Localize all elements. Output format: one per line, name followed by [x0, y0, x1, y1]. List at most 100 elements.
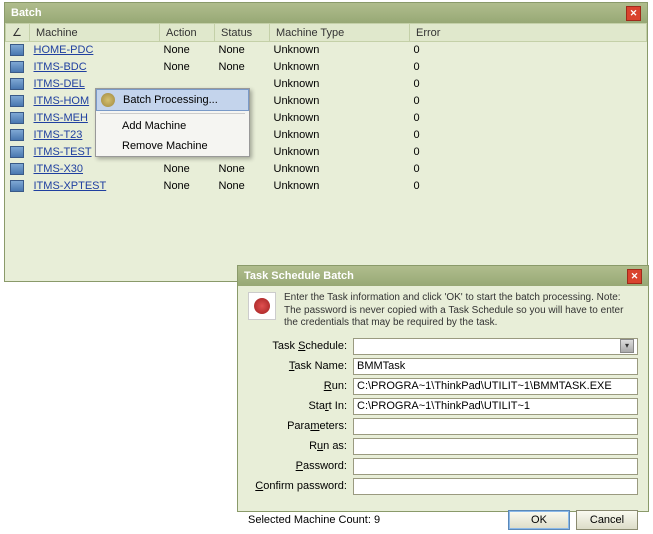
- menu-separator: [100, 113, 245, 114]
- action-cell: None: [160, 161, 215, 178]
- cancel-button[interactable]: Cancel: [576, 510, 638, 530]
- mtype-cell: Unknown: [270, 161, 410, 178]
- label-parameters: Parameters:: [248, 420, 353, 432]
- computer-icon: [10, 129, 24, 141]
- row-icon-cell: [6, 59, 30, 76]
- col-error[interactable]: Error: [410, 24, 647, 42]
- mtype-cell: Unknown: [270, 110, 410, 127]
- batch-title: Batch: [11, 7, 42, 19]
- chevron-down-icon: ▾: [620, 339, 634, 353]
- menu-item-add-machine[interactable]: Add Machine: [96, 116, 249, 136]
- row-run-as: Run as:: [248, 438, 638, 455]
- row-icon-cell: [6, 178, 30, 195]
- dialog-title: Task Schedule Batch: [244, 270, 354, 282]
- task-titlebar: Task Schedule Batch ✕: [238, 266, 648, 286]
- menu-item-remove-machine[interactable]: Remove Machine: [96, 136, 249, 156]
- status-cell: None: [215, 161, 270, 178]
- label-start-in: Start In:: [248, 400, 353, 412]
- dialog-intro-text: Enter the Task information and click 'OK…: [284, 292, 638, 330]
- mtype-cell: Unknown: [270, 144, 410, 161]
- error-cell: 0: [410, 161, 647, 178]
- row-task-name: Task Name:: [248, 358, 638, 375]
- task-schedule-select[interactable]: BMMTask ▾: [353, 338, 638, 355]
- task-name-input[interactable]: [353, 358, 638, 375]
- dialog-body: Enter the Task information and click 'OK…: [238, 286, 648, 504]
- error-cell: 0: [410, 42, 647, 59]
- col-action[interactable]: Action: [160, 24, 215, 42]
- table-header-row: ∠ Machine Action Status Machine Type Err…: [6, 24, 647, 42]
- error-cell: 0: [410, 178, 647, 195]
- label-task-name: Task Name:: [248, 360, 353, 372]
- status-cell: None: [215, 42, 270, 59]
- context-menu: Batch Processing... Add Machine Remove M…: [95, 88, 250, 157]
- action-cell: None: [160, 42, 215, 59]
- label-task-schedule: Task Schedule:: [248, 340, 353, 352]
- computer-icon: [10, 78, 24, 90]
- confirm-password-input[interactable]: [353, 478, 638, 495]
- menu-item-batch-processing[interactable]: Batch Processing...: [96, 89, 249, 111]
- row-icon-cell: [6, 42, 30, 59]
- error-cell: 0: [410, 110, 647, 127]
- computer-icon: [10, 146, 24, 158]
- mtype-cell: Unknown: [270, 42, 410, 59]
- row-task-schedule: Task Schedule: BMMTask ▾: [248, 338, 638, 355]
- batch-titlebar: Batch ✕: [5, 3, 647, 23]
- computer-icon: [10, 61, 24, 73]
- mtype-cell: Unknown: [270, 76, 410, 93]
- computer-icon: [10, 95, 24, 107]
- action-cell: None: [160, 178, 215, 195]
- start-in-input[interactable]: [353, 398, 638, 415]
- task-schedule-dialog: Task Schedule Batch ✕ Enter the Task inf…: [237, 265, 649, 512]
- mtype-cell: Unknown: [270, 59, 410, 76]
- run-as-input[interactable]: [353, 438, 638, 455]
- error-cell: 0: [410, 127, 647, 144]
- close-icon[interactable]: ✕: [627, 269, 642, 284]
- computer-icon: [10, 44, 24, 56]
- error-cell: 0: [410, 93, 647, 110]
- computer-icon: [10, 180, 24, 192]
- machine-cell[interactable]: HOME-PDC: [30, 42, 160, 59]
- computer-icon: [10, 112, 24, 124]
- row-run: Run:: [248, 378, 638, 395]
- dialog-buttons: OK Cancel: [508, 510, 638, 530]
- machine-cell[interactable]: ITMS-XPTEST: [30, 178, 160, 195]
- close-icon[interactable]: ✕: [626, 6, 641, 21]
- row-parameters: Parameters:: [248, 418, 638, 435]
- table-row[interactable]: ITMS-BDCNoneNoneUnknown0: [6, 59, 647, 76]
- action-cell: None: [160, 59, 215, 76]
- ok-button[interactable]: OK: [508, 510, 570, 530]
- machine-cell[interactable]: ITMS-BDC: [30, 59, 160, 76]
- mtype-cell: Unknown: [270, 93, 410, 110]
- gear-icon: [101, 93, 115, 107]
- password-input[interactable]: [353, 458, 638, 475]
- parameters-input[interactable]: [353, 418, 638, 435]
- run-input[interactable]: [353, 378, 638, 395]
- select-value: BMMTask: [357, 340, 405, 352]
- row-icon-cell: [6, 76, 30, 93]
- error-cell: 0: [410, 59, 647, 76]
- label-run: Run:: [248, 380, 353, 392]
- label-confirm-password: Confirm password:: [248, 480, 353, 492]
- col-machine[interactable]: Machine: [30, 24, 160, 42]
- row-password: Password:: [248, 458, 638, 475]
- error-cell: 0: [410, 144, 647, 161]
- row-icon-cell: [6, 161, 30, 178]
- mtype-cell: Unknown: [270, 178, 410, 195]
- table-row[interactable]: ITMS-X30NoneNoneUnknown0: [6, 161, 647, 178]
- col-status[interactable]: Status: [215, 24, 270, 42]
- table-row[interactable]: ITMS-XPTESTNoneNoneUnknown0: [6, 178, 647, 195]
- dialog-intro: Enter the Task information and click 'OK…: [248, 292, 638, 330]
- label-password: Password:: [248, 460, 353, 472]
- label-run-as: Run as:: [248, 440, 353, 452]
- error-cell: 0: [410, 76, 647, 93]
- row-icon-cell: [6, 144, 30, 161]
- status-cell: None: [215, 178, 270, 195]
- status-cell: None: [215, 59, 270, 76]
- row-start-in: Start In:: [248, 398, 638, 415]
- machine-cell[interactable]: ITMS-X30: [30, 161, 160, 178]
- menu-item-label: Batch Processing...: [123, 94, 218, 106]
- col-sort[interactable]: ∠: [6, 24, 30, 42]
- col-mtype[interactable]: Machine Type: [270, 24, 410, 42]
- table-row[interactable]: HOME-PDCNoneNoneUnknown0: [6, 42, 647, 59]
- mtype-cell: Unknown: [270, 127, 410, 144]
